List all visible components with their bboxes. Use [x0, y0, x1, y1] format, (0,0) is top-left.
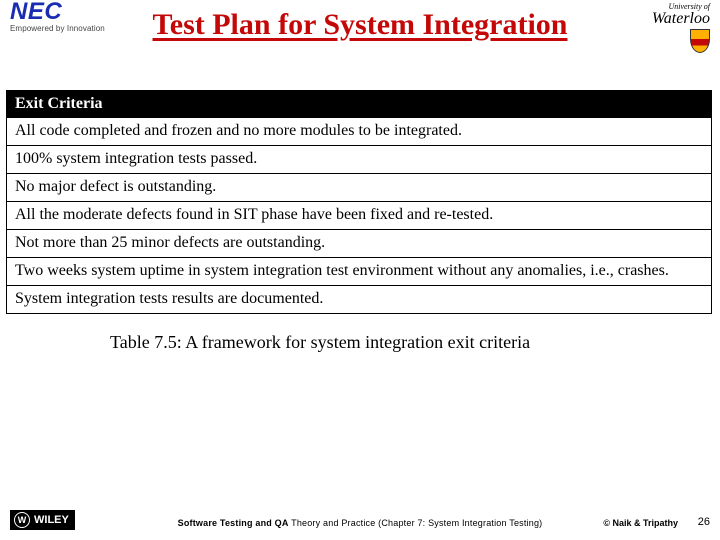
waterloo-logo: University of Waterloo [652, 2, 710, 58]
table-cell: System integration tests results are doc… [7, 286, 712, 314]
exit-criteria-table-wrap: Exit Criteria All code completed and fro… [6, 90, 712, 314]
table-row: Two weeks system uptime in system integr… [7, 258, 712, 286]
table-header-cell: Exit Criteria [7, 91, 712, 118]
table-cell: All code completed and frozen and no mor… [7, 118, 712, 146]
table-row: 100% system integration tests passed. [7, 146, 712, 174]
nec-tagline: Empowered by Innovation [10, 24, 105, 33]
slide-footer: W WILEY Software Testing and QA Theory a… [0, 504, 720, 532]
footer-center-bold: Software Testing and QA [178, 518, 289, 528]
page-number: 26 [698, 516, 710, 528]
table-cell: Two weeks system uptime in system integr… [7, 258, 712, 286]
footer-center-rest: Theory and Practice (Chapter 7: System I… [289, 518, 543, 528]
exit-criteria-table: Exit Criteria All code completed and fro… [6, 90, 712, 314]
footer-copyright: © Naik & Tripathy [603, 518, 678, 528]
waterloo-crest-icon [690, 29, 710, 53]
nec-logo-text: NEC [10, 0, 62, 25]
slide: NEC Empowered by Innovation Test Plan fo… [0, 0, 720, 540]
slide-title: Test Plan for System Integration [0, 6, 720, 42]
table-cell: 100% system integration tests passed. [7, 146, 712, 174]
table-cell: Not more than 25 minor defects are outst… [7, 230, 712, 258]
nec-logo: NEC Empowered by Innovation [10, 0, 105, 33]
table-cell: All the moderate defects found in SIT ph… [7, 202, 712, 230]
waterloo-line2: Waterloo [652, 11, 710, 27]
slide-header: NEC Empowered by Innovation Test Plan fo… [0, 0, 720, 58]
table-caption: Table 7.5: A framework for system integr… [110, 332, 720, 353]
table-row: Not more than 25 minor defects are outst… [7, 230, 712, 258]
table-row: All code completed and frozen and no mor… [7, 118, 712, 146]
table-header-row: Exit Criteria [7, 91, 712, 118]
table-row: System integration tests results are doc… [7, 286, 712, 314]
table-row: No major defect is outstanding. [7, 174, 712, 202]
table-cell: No major defect is outstanding. [7, 174, 712, 202]
table-row: All the moderate defects found in SIT ph… [7, 202, 712, 230]
